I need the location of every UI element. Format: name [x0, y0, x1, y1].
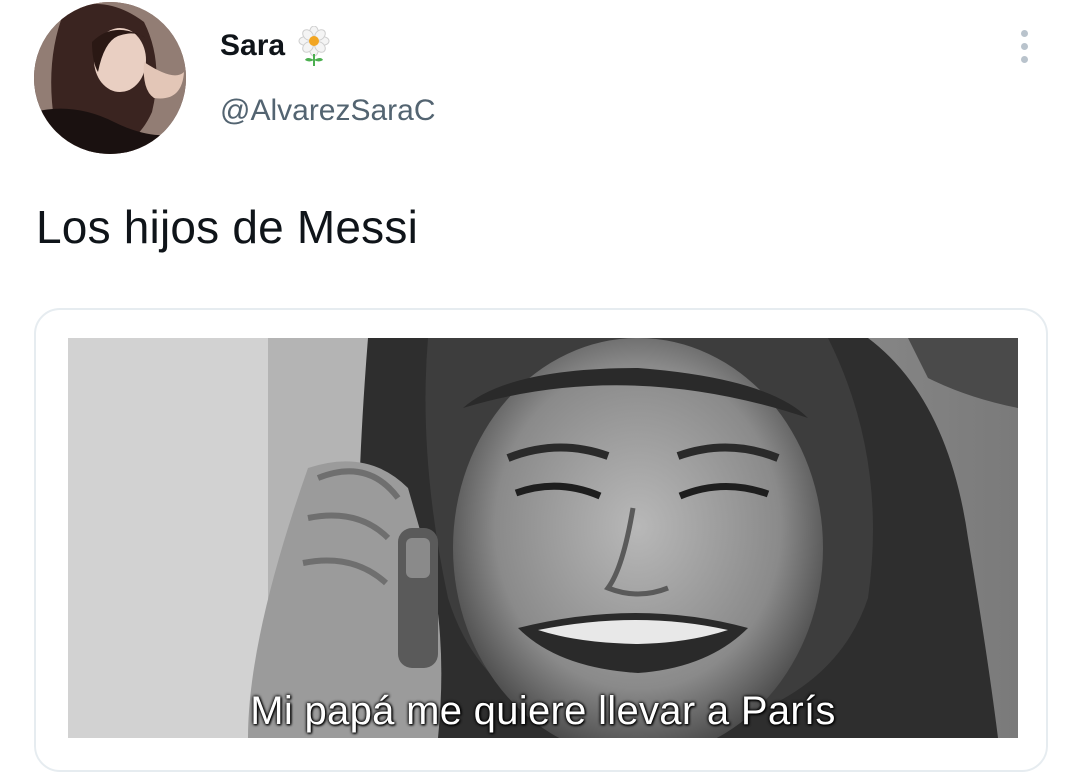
- tweet-text: Los hijos de Messi: [36, 201, 418, 253]
- media-card[interactable]: Mi papá me quiere llevar a París: [34, 308, 1048, 772]
- more-dot-icon: [1020, 55, 1028, 63]
- more-options-button[interactable]: [1008, 26, 1040, 66]
- avatar-image: [34, 2, 186, 154]
- more-dot-icon: [1020, 42, 1028, 50]
- meme-caption: Mi papá me quiere llevar a París: [250, 689, 836, 733]
- more-dot-icon: [1020, 29, 1028, 37]
- author-handle[interactable]: @AlvarezSaraC: [220, 94, 436, 128]
- author-display-name-row[interactable]: Sara: [220, 25, 331, 66]
- author-display-name[interactable]: Sara: [220, 29, 285, 63]
- tweet-media-image[interactable]: Mi papá me quiere llevar a París: [68, 338, 1018, 738]
- meme-photo: [68, 338, 1018, 738]
- avatar[interactable]: [34, 2, 186, 154]
- flower-icon: [297, 25, 331, 66]
